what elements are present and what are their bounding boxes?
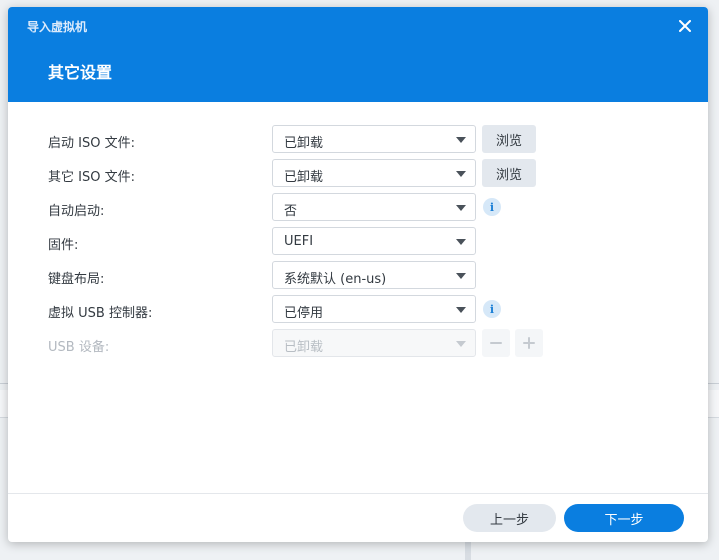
row-usb-device: USB 设备: 已卸载 bbox=[8, 329, 708, 359]
row-usb-controller: 虚拟 USB 控制器: 已停用 i bbox=[8, 295, 708, 325]
autostart-label: 自动启动: bbox=[48, 204, 105, 219]
boot-iso-select[interactable]: 已卸载 bbox=[272, 125, 476, 153]
other-iso-browse-button[interactable]: 浏览 bbox=[482, 159, 536, 187]
background-column bbox=[465, 540, 471, 560]
chevron-down-icon bbox=[456, 239, 466, 245]
previous-button[interactable]: 上一步 bbox=[463, 504, 556, 532]
chevron-down-icon bbox=[456, 341, 466, 347]
firmware-select[interactable]: UEFI bbox=[272, 227, 476, 255]
autostart-value: 否 bbox=[284, 204, 298, 219]
chevron-down-icon bbox=[456, 205, 466, 211]
boot-iso-label: 启动 ISO 文件: bbox=[48, 136, 135, 151]
firmware-value: UEFI bbox=[284, 234, 314, 249]
other-iso-select[interactable]: 已卸载 bbox=[272, 159, 476, 187]
usb-controller-label: 虚拟 USB 控制器: bbox=[48, 306, 153, 321]
autostart-info-icon[interactable]: i bbox=[483, 198, 501, 216]
chevron-down-icon bbox=[456, 171, 466, 177]
footer-divider bbox=[8, 493, 708, 494]
next-button[interactable]: 下一步 bbox=[564, 504, 684, 532]
keyboard-select[interactable]: 系统默认 (en-us) bbox=[272, 261, 476, 289]
usb-device-select[interactable]: 已卸载 bbox=[272, 329, 476, 357]
page-title: 其它设置 bbox=[48, 63, 113, 82]
usb-device-label: USB 设备: bbox=[48, 340, 110, 355]
row-firmware: 固件: UEFI bbox=[8, 227, 708, 257]
chevron-down-icon bbox=[456, 273, 466, 279]
usb-device-value: 已卸载 bbox=[284, 340, 324, 355]
usb-controller-info-icon[interactable]: i bbox=[483, 300, 501, 318]
close-icon bbox=[679, 20, 691, 32]
other-iso-label: 其它 ISO 文件: bbox=[48, 170, 135, 185]
autostart-select[interactable]: 否 bbox=[272, 193, 476, 221]
keyboard-value: 系统默认 (en-us) bbox=[284, 272, 387, 287]
usb-device-remove-button[interactable] bbox=[482, 329, 510, 357]
usb-device-add-button[interactable] bbox=[515, 329, 543, 357]
row-boot-iso: 启动 ISO 文件: 已卸载 浏览 bbox=[8, 125, 708, 155]
boot-iso-value: 已卸载 bbox=[284, 136, 324, 151]
chevron-down-icon bbox=[456, 137, 466, 143]
import-vm-dialog: 导入虚拟机 其它设置 启动 ISO 文件: 已卸载 浏览 其它 ISO 文件: … bbox=[8, 7, 708, 542]
usb-controller-value: 已停用 bbox=[284, 306, 324, 321]
other-iso-value: 已卸载 bbox=[284, 170, 324, 185]
keyboard-label: 键盘布局: bbox=[48, 272, 105, 287]
dialog-header: 导入虚拟机 其它设置 bbox=[8, 7, 708, 102]
minus-icon bbox=[490, 342, 502, 344]
firmware-label: 固件: bbox=[48, 238, 79, 253]
close-button[interactable] bbox=[676, 17, 694, 35]
row-other-iso: 其它 ISO 文件: 已卸载 浏览 bbox=[8, 159, 708, 189]
usb-controller-select[interactable]: 已停用 bbox=[272, 295, 476, 323]
chevron-down-icon bbox=[456, 307, 466, 313]
row-keyboard: 键盘布局: 系统默认 (en-us) bbox=[8, 261, 708, 291]
plus-icon bbox=[523, 337, 535, 349]
boot-iso-browse-button[interactable]: 浏览 bbox=[482, 125, 536, 153]
row-autostart: 自动启动: 否 i bbox=[8, 193, 708, 223]
window-title: 导入虚拟机 bbox=[27, 20, 88, 34]
